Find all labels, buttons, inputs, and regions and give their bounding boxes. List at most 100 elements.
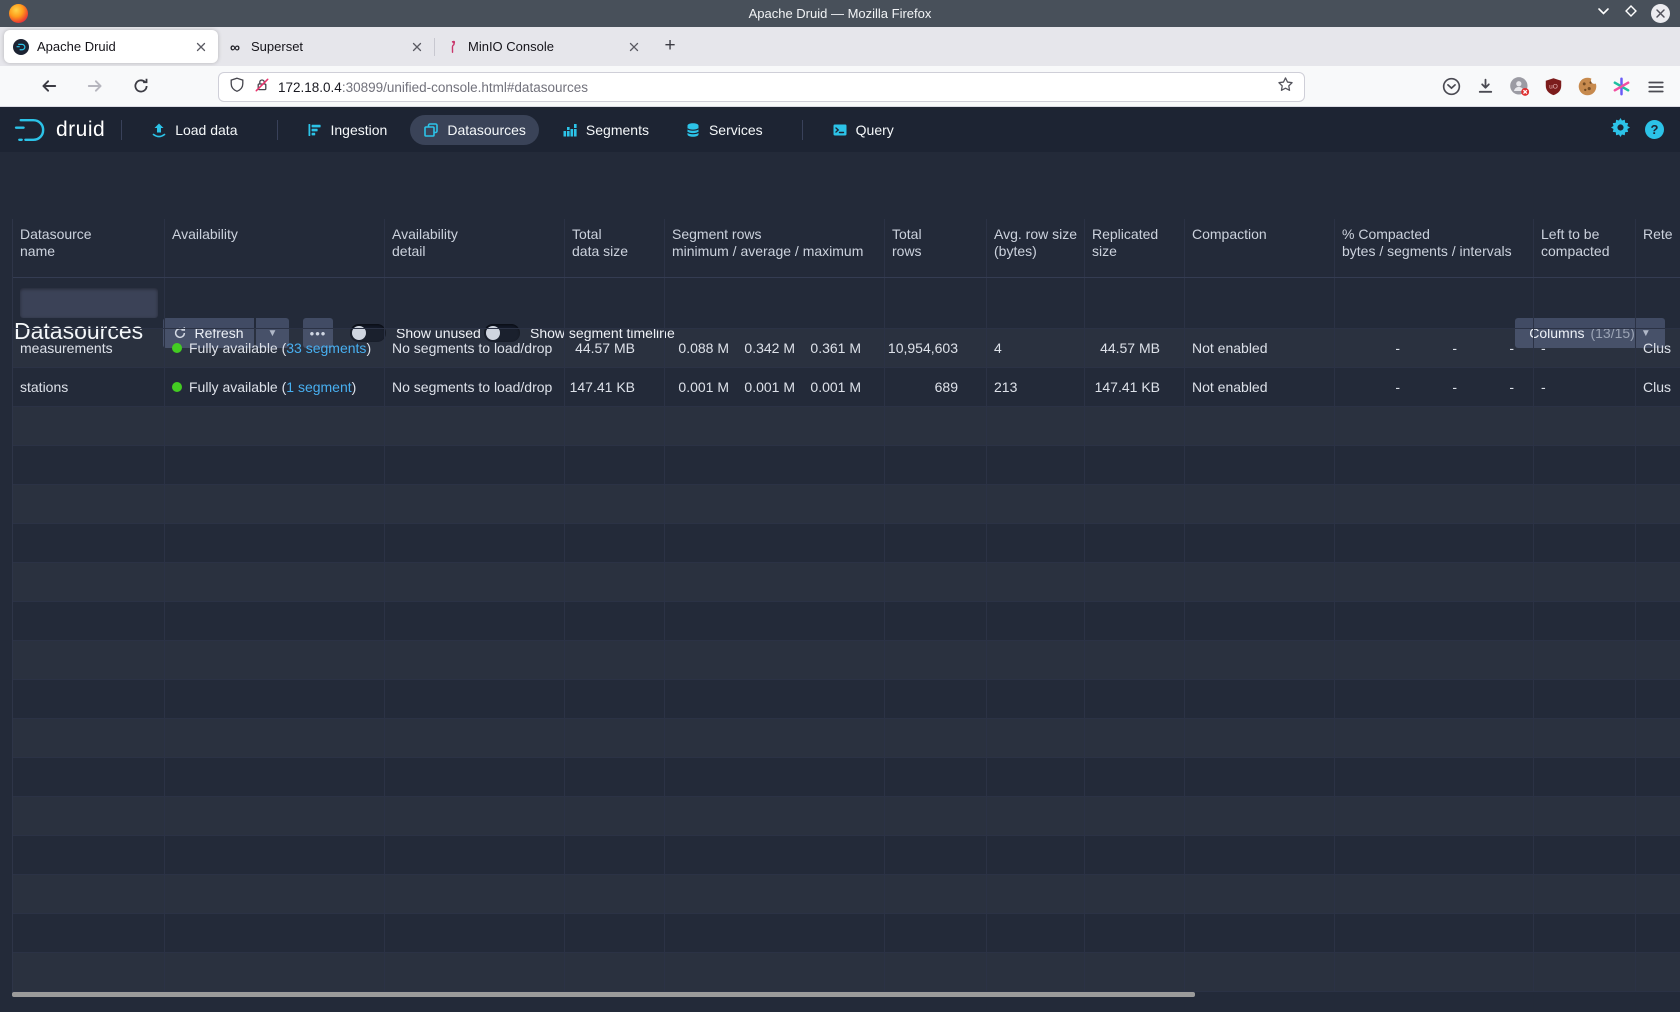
nav-item-query[interactable]: Query — [819, 115, 907, 145]
tab-close-icon[interactable] — [193, 39, 209, 55]
bookmark-star-icon[interactable] — [1277, 76, 1294, 98]
segments-link[interactable]: 1 segment — [286, 379, 351, 395]
segment-rows-value: 0.361 M — [804, 340, 861, 356]
extension-icon[interactable] — [1509, 76, 1530, 97]
availability-cell: Fully available (1 segment) — [165, 368, 385, 406]
hamburger-menu-icon[interactable] — [1645, 76, 1666, 97]
column-header-11[interactable]: Rete — [1636, 219, 1680, 277]
window-maximize-icon[interactable] — [1623, 3, 1639, 24]
datasource-name-cell: stations — [13, 368, 165, 406]
browser-tab-apache-druid[interactable]: Apache Druid — [4, 30, 218, 63]
empty-cell — [1085, 914, 1185, 952]
nav-item-ingestion[interactable]: Ingestion — [294, 115, 401, 145]
column-header-6[interactable]: Avg. row size(bytes) — [987, 219, 1085, 277]
column-header-10[interactable]: Left to becompacted — [1534, 219, 1636, 277]
window-minimize-icon[interactable] — [1596, 4, 1611, 24]
nav-item-load-data[interactable]: Load data — [138, 115, 250, 145]
empty-cell — [1636, 485, 1680, 523]
new-tab-button[interactable]: + — [657, 33, 683, 59]
tracking-protection-shield-icon[interactable] — [229, 77, 245, 98]
column-header-8[interactable]: Compaction — [1185, 219, 1335, 277]
filter-cell — [885, 278, 987, 328]
tab-close-icon[interactable] — [409, 39, 425, 55]
nav-item-label: Ingestion — [331, 122, 388, 138]
horizontal-scrollbar-thumb[interactable] — [12, 992, 1195, 997]
column-header-9[interactable]: % Compactedbytes / segments / intervals — [1335, 219, 1534, 277]
column-header-1[interactable]: Availability — [165, 219, 385, 277]
column-header-line1: Compaction — [1192, 226, 1267, 243]
empty-cell — [1085, 836, 1185, 874]
empty-cell — [565, 875, 665, 913]
empty-cell — [165, 836, 385, 874]
empty-cell — [1335, 407, 1534, 445]
nav-item-datasources[interactable]: Datasources — [410, 115, 539, 145]
column-header-4[interactable]: Segment rowsminimum / average / maximum — [665, 219, 885, 277]
cookie-icon[interactable] — [1577, 76, 1598, 97]
empty-cell — [165, 446, 385, 484]
window-close-button[interactable] — [1651, 4, 1670, 23]
filter-cell — [565, 278, 665, 328]
tab-close-icon[interactable] — [626, 39, 642, 55]
empty-cell — [565, 563, 665, 601]
back-icon[interactable] — [38, 75, 60, 97]
window-titlebar[interactable]: Apache Druid — Mozilla Firefox — [0, 0, 1680, 27]
address-text[interactable]: 172.18.0.4:30899/unified-console.html#da… — [278, 80, 1277, 95]
download-icon[interactable] — [1475, 76, 1496, 97]
reload-icon[interactable] — [130, 75, 152, 97]
empty-cell — [885, 953, 987, 991]
browser-tab-minio[interactable]: MinIO Console — [435, 30, 651, 63]
empty-cell — [1185, 758, 1335, 796]
empty-cell — [885, 836, 987, 874]
druid-logo[interactable]: druid — [12, 116, 105, 144]
column-header-line1: Rete — [1643, 226, 1673, 243]
table-empty-row — [13, 875, 1680, 914]
nav-item-segments[interactable]: Segments — [549, 115, 662, 145]
column-header-7[interactable]: Replicatedsize — [1085, 219, 1185, 277]
table-row[interactable]: measurementsFully available (33 segments… — [13, 329, 1680, 368]
nav-item-services[interactable]: Services — [672, 115, 776, 145]
druid-wordmark: druid — [56, 118, 105, 142]
empty-cell — [385, 875, 565, 913]
datasource-name-filter-input[interactable] — [20, 288, 158, 318]
table-row[interactable]: stationsFully available (1 segment)No se… — [13, 368, 1680, 407]
empty-cell — [13, 797, 165, 835]
empty-cell — [665, 914, 885, 952]
browser-tab-superset[interactable]: ∞ Superset — [218, 30, 434, 63]
insecure-lock-icon[interactable] — [254, 77, 270, 98]
retention-cell: Clus — [1636, 329, 1680, 367]
table-empty-row — [13, 719, 1680, 758]
forward-icon[interactable] — [84, 75, 106, 97]
empty-cell — [1085, 563, 1185, 601]
empty-cell — [1534, 641, 1636, 679]
settings-gear-icon[interactable] — [1611, 118, 1630, 142]
empty-cell — [1636, 719, 1680, 757]
table-empty-row — [13, 758, 1680, 797]
column-header-0[interactable]: Datasourcename — [13, 219, 165, 277]
table-empty-row — [13, 563, 1680, 602]
empty-cell — [987, 680, 1085, 718]
segments-link[interactable]: 33 segments — [286, 340, 366, 356]
pocket-icon[interactable] — [1441, 76, 1462, 97]
availability-text: Fully available ( — [189, 379, 286, 395]
table-empty-row — [13, 446, 1680, 485]
ublock-shield-icon[interactable]: uO — [1543, 76, 1564, 97]
empty-cell — [987, 953, 1085, 991]
url-bar[interactable]: 172.18.0.4:30899/unified-console.html#da… — [218, 72, 1305, 102]
empty-cell — [565, 836, 665, 874]
empty-cell — [1636, 875, 1680, 913]
druid-logo-icon — [12, 116, 50, 144]
empty-cell — [1185, 680, 1335, 718]
column-header-line2: bytes / segments / intervals — [1342, 243, 1512, 260]
empty-cell — [1335, 680, 1534, 718]
column-header-2[interactable]: Availabilitydetail — [385, 219, 565, 277]
colorful-asterisk-icon[interactable] — [1611, 76, 1632, 97]
column-header-3[interactable]: Totaldata size — [565, 219, 665, 277]
segment-rows-value: 0.001 M — [672, 379, 729, 395]
left-to-be-compacted-cell: - — [1534, 329, 1636, 367]
column-header-line1: Availability — [392, 226, 458, 243]
empty-cell — [13, 407, 165, 445]
help-icon[interactable]: ? — [1645, 120, 1664, 139]
empty-cell — [1534, 524, 1636, 562]
column-header-5[interactable]: Totalrows — [885, 219, 987, 277]
empty-cell — [885, 758, 987, 796]
